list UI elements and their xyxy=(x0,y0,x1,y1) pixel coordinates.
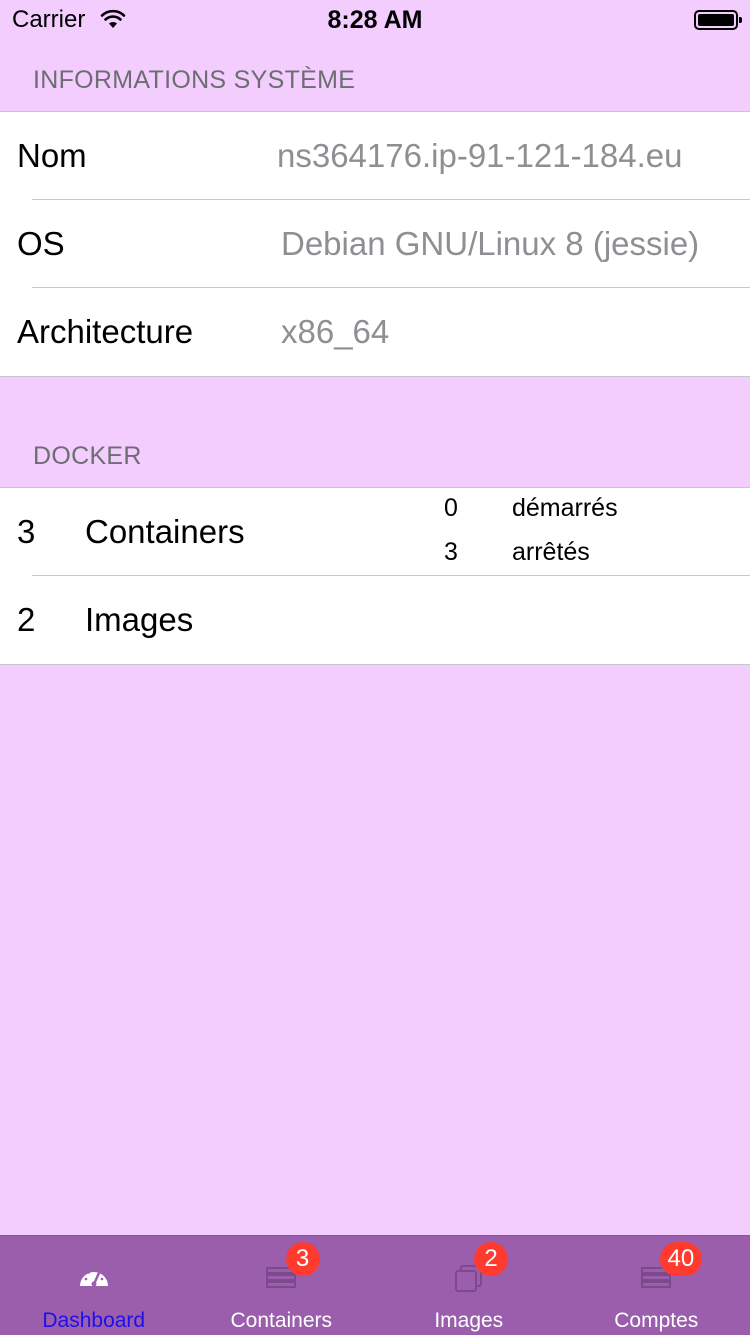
docker-group: 3 Containers 0 démarrés 3 arrêtés 2 Imag… xyxy=(0,487,750,665)
images-badge: 2 xyxy=(474,1242,508,1276)
tab-comptes[interactable]: 40 Comptes xyxy=(563,1236,750,1335)
started-label: démarrés xyxy=(512,494,618,523)
docker-row-containers[interactable]: 3 Containers 0 démarrés 3 arrêtés xyxy=(0,488,750,576)
containers-label: Containers xyxy=(85,488,245,576)
stopped-count: 3 xyxy=(444,538,458,567)
tab-bar: Dashboard 3 Containers 2 Images 40 Compt… xyxy=(0,1235,750,1335)
tab-containers[interactable]: 3 Containers xyxy=(188,1236,376,1335)
status-bar: Carrier 8:28 AM xyxy=(0,0,750,40)
comptes-badge: 40 xyxy=(660,1242,703,1276)
battery-icon xyxy=(694,10,738,30)
row-value: Debian GNU/Linux 8 (jessie) xyxy=(281,200,699,288)
tab-dashboard[interactable]: Dashboard xyxy=(0,1236,188,1335)
status-time: 8:28 AM xyxy=(0,6,750,35)
tab-images[interactable]: 2 Images xyxy=(375,1236,563,1335)
system-section-header: INFORMATIONS SYSTÈME xyxy=(33,66,355,95)
docker-section-header: DOCKER xyxy=(33,442,142,471)
containers-badge: 3 xyxy=(286,1242,320,1276)
tab-label: Dashboard xyxy=(0,1309,188,1333)
tab-label: Images xyxy=(375,1309,563,1333)
dashboard-gauge-icon xyxy=(77,1260,111,1294)
tab-label: Comptes xyxy=(563,1309,750,1333)
started-count: 0 xyxy=(444,494,458,523)
stopped-label: arrêtés xyxy=(512,538,590,567)
system-row-name: Nom ns364176.ip-91-121-184.eu xyxy=(0,112,750,200)
containers-count: 3 xyxy=(17,488,35,576)
system-row-os: OS Debian GNU/Linux 8 (jessie) xyxy=(0,200,750,288)
docker-row-images[interactable]: 2 Images xyxy=(0,576,750,664)
row-label: Nom xyxy=(17,112,87,200)
row-value: ns364176.ip-91-121-184.eu xyxy=(277,112,683,200)
images-label: Images xyxy=(85,576,193,664)
system-info-group: Nom ns364176.ip-91-121-184.eu OS Debian … xyxy=(0,111,750,377)
images-count: 2 xyxy=(17,576,35,664)
tab-label: Containers xyxy=(188,1309,376,1333)
row-label: OS xyxy=(17,200,65,288)
row-label: Architecture xyxy=(17,288,193,376)
system-row-architecture: Architecture x86_64 xyxy=(0,288,750,376)
row-value: x86_64 xyxy=(281,288,389,376)
